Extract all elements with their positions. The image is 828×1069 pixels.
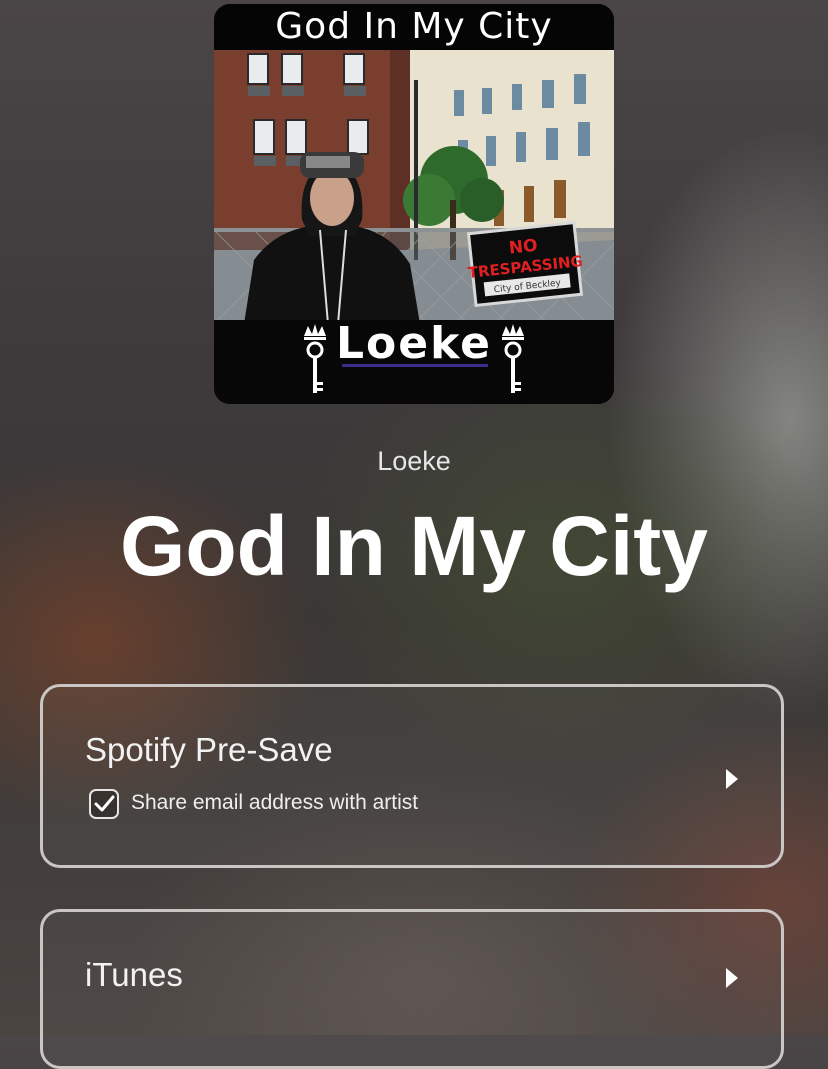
album-art-title: God In My City	[214, 4, 614, 50]
itunes-button[interactable]: iTunes	[40, 909, 784, 1069]
sign-text-no: NO	[508, 236, 539, 259]
itunes-label: iTunes	[85, 956, 183, 993]
checkmark-icon	[94, 795, 115, 812]
crown-key-icon	[502, 324, 524, 393]
spotify-presave-button[interactable]: Spotify Pre-Save Share email address wit…	[40, 684, 784, 868]
artist-name: Loeke	[377, 446, 451, 476]
album-art-artist-name: Loeke	[335, 318, 493, 369]
share-email-label: Share email address with artist	[131, 791, 419, 814]
album-art-underline	[342, 364, 488, 367]
album-art-photo: NO TRESPASSING City of Beckley	[214, 50, 614, 324]
crown-key-icon	[304, 324, 326, 393]
share-email-checkbox[interactable]	[89, 789, 119, 819]
play-arrow-icon	[726, 769, 738, 789]
album-artwork: God In My City NO TRESPASSING City of Be…	[214, 4, 614, 404]
song-title: God In My City	[120, 499, 708, 593]
spotify-presave-label: Spotify Pre-Save	[85, 731, 333, 768]
play-arrow-icon	[726, 968, 738, 988]
